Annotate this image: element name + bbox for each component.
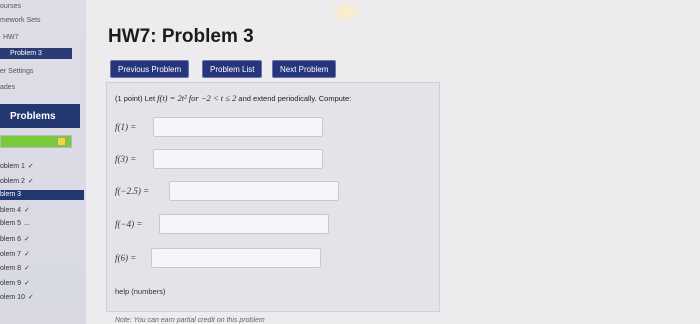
problem-list-item-label: olem 9 (0, 279, 22, 287)
problem-prompt: (1 point) Let f(t) = 2t² for −2 < t ≤ 2 … (115, 93, 351, 103)
problem-list-item-label: olem 8 (0, 265, 22, 273)
problem-list-item[interactable]: oblem 1 ✓ (0, 161, 84, 171)
problems-header: Problems (0, 104, 80, 128)
problem-list-item[interactable]: blem 5... (0, 219, 84, 229)
check-icon: ... (24, 220, 30, 228)
main-content: HW7: Problem 3 Previous Problem Problem … (86, 0, 700, 324)
check-icon: ✓ (24, 279, 30, 287)
partial-credit-note: Note: You can earn partial credit on thi… (115, 317, 265, 324)
page-title: HW7: Problem 3 (108, 26, 254, 47)
answer-input-5[interactable] (151, 248, 321, 268)
answer-label-1: f(1) = (115, 122, 137, 132)
problem-list-item-label: olem 7 (0, 250, 22, 258)
problem-list-item[interactable]: blem 4 ✓ (0, 205, 84, 215)
check-icon: ✓ (24, 236, 30, 243)
previous-problem-button[interactable]: Previous Problem (110, 60, 190, 78)
problem-list-item[interactable]: olem 7 ✓ (0, 249, 84, 259)
answer-input-2[interactable] (153, 149, 323, 169)
nav-link-user-settings[interactable]: er Settings (0, 68, 33, 75)
problem-list-item-label: blem 5 (0, 220, 22, 228)
answer-label-2: f(3) = (115, 154, 137, 164)
nav-link-grades[interactable]: ades (0, 84, 15, 91)
problem-list-item[interactable]: blem 6 ✓ (0, 234, 84, 244)
problem-list-item[interactable]: olem 8 ✓ (0, 263, 84, 273)
screen-glare (328, 0, 364, 24)
problem-list-item[interactable]: blem 3 (0, 190, 84, 201)
check-icon: ✓ (24, 265, 30, 273)
prompt-prefix: (1 point) Let (115, 94, 156, 103)
answer-label-3: f(−2.5) = (115, 186, 150, 196)
help-numbers-link[interactable]: help (numbers) (115, 287, 165, 296)
problem-list-item-label: blem 3 (0, 191, 22, 199)
problem-list-item-label: oblem 2 (0, 177, 25, 185)
next-problem-button[interactable]: Next Problem (272, 60, 337, 78)
problem-list-item-label: blem 4 (0, 206, 22, 214)
nav-link-hw7[interactable]: HW7 (3, 34, 19, 41)
check-icon: ✓ (27, 294, 34, 302)
progress-bar (0, 135, 72, 148)
problem-panel: (1 point) Let f(t) = 2t² for −2 < t ≤ 2 … (106, 82, 440, 324)
check-icon: ✓ (24, 206, 30, 214)
problem-list-item[interactable]: olem 9 ✓ (0, 278, 84, 288)
sidebar: ourses mework Sets HW7 Problem 3 er Sett… (0, 0, 86, 324)
answer-input-1[interactable] (153, 117, 323, 137)
answer-input-4[interactable] (159, 214, 329, 234)
prompt-formula: f(t) = 2t² for −2 < t ≤ 2 (157, 93, 237, 103)
problem-list-button[interactable]: Problem List (202, 60, 263, 78)
problem-list-item[interactable]: oblem 2 ✓ (0, 176, 84, 186)
answer-label-5: f(6) = (115, 253, 137, 263)
problem-list-item-label: oblem 1 (0, 163, 25, 170)
check-icon: ✓ (27, 177, 34, 185)
nav-link-courses[interactable]: ourses (0, 3, 21, 10)
problem-list-item-label: olem 10 (0, 294, 25, 302)
answer-label-4: f(−4) = (115, 219, 143, 229)
nav-link-homework-sets[interactable]: mework Sets (0, 17, 40, 24)
answer-input-3[interactable] (169, 181, 339, 201)
check-icon: ✓ (27, 163, 34, 170)
progress-bar-remaining (57, 137, 66, 146)
nav-link-current-problem[interactable]: Problem 3 (0, 48, 72, 59)
prompt-suffix: and extend periodically. Compute: (238, 94, 352, 103)
problem-list-item-label: blem 6 (0, 236, 22, 243)
problem-list-item[interactable]: olem 10 ✓ (0, 292, 84, 302)
check-icon: ✓ (24, 250, 30, 258)
